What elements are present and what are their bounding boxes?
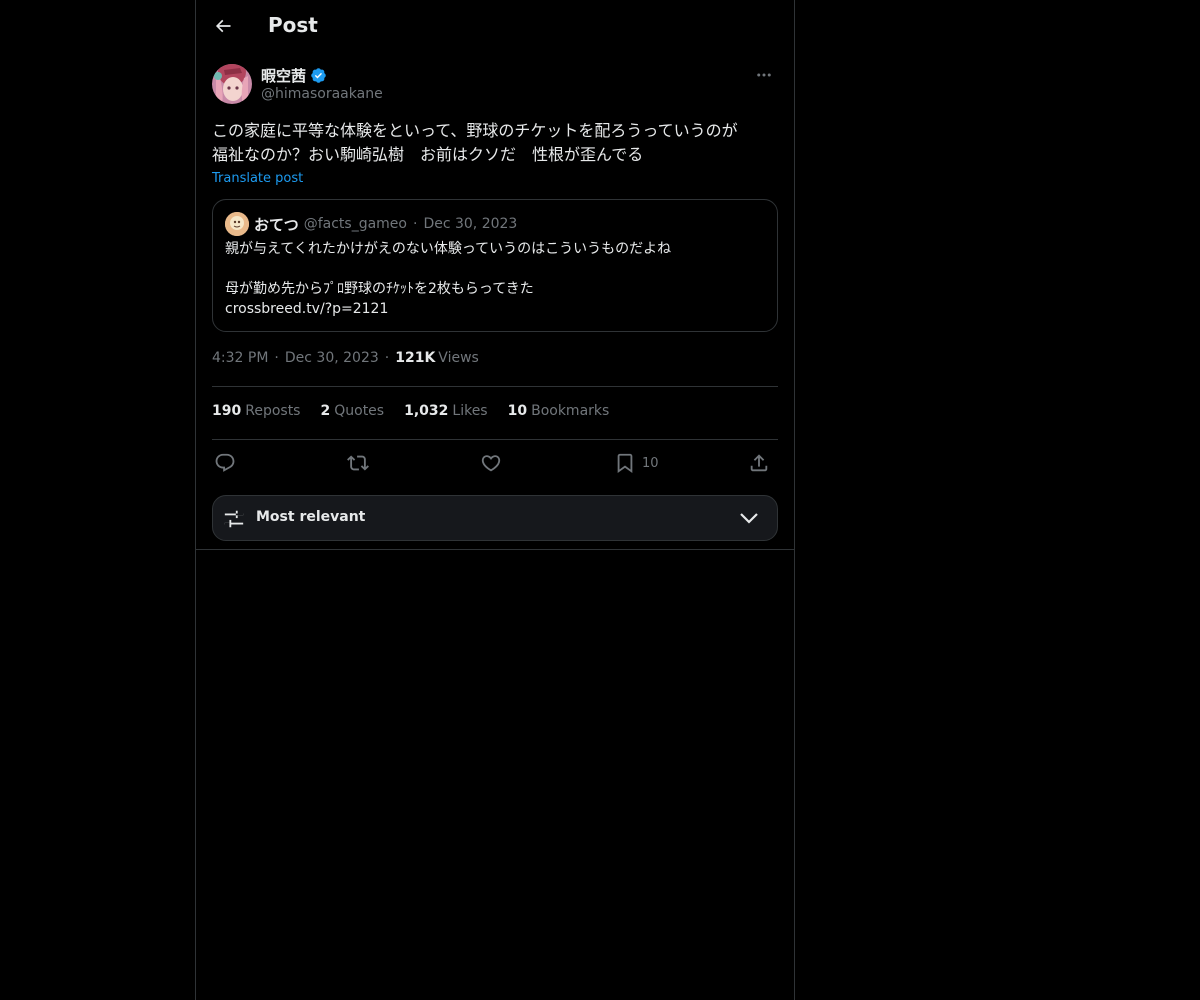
quote-text-line-1: 親が与えてくれたかけがえのない体験っていうのはこういうものだよね (225, 241, 672, 257)
quote-author-name: おてつ (254, 215, 299, 234)
divider (212, 386, 778, 387)
post-text-line-1: この家庭に平等な体験をといって、野球のチケットを配ろうっていうのが (212, 121, 738, 140)
more-options-button[interactable] (750, 64, 778, 86)
sort-label: Most relevant (256, 509, 366, 525)
arrow-left-icon (215, 19, 231, 33)
likes-label: Likes (452, 403, 488, 419)
quotes-label: Quotes (334, 403, 385, 419)
reply-button[interactable] (214, 450, 236, 476)
quote-text-line-2: 母が勤め先からﾌﾟﾛ野球のﾁｹｯﾄを2枚もらってきた (225, 281, 534, 297)
post-text-line-2: 福祉なのか？おい駒崎弘樹 お前はクソだ 性根が歪んでる (212, 145, 644, 164)
post-meta: 4:32 PM · Dec 30, 2023 · 121K Views (212, 350, 479, 366)
bookmark-count: 10 (642, 455, 659, 471)
reply-sort-dropdown[interactable]: Most relevant (212, 495, 778, 541)
bookmarks-label: Bookmarks (531, 403, 610, 419)
bookmarks-stat[interactable]: 10 Bookmarks (508, 403, 610, 419)
bookmarks-count: 10 (507, 403, 528, 419)
post-time[interactable]: 4:32 PM (212, 350, 268, 366)
more-icon (757, 73, 771, 77)
repost-icon (347, 455, 369, 471)
quote-header: おてつ @facts_gameo · Dec 30, 2023 (225, 212, 517, 236)
author-name-text: 暇空茜 (261, 67, 307, 85)
views-count: 121K (395, 350, 436, 366)
page-header: Post (196, 0, 794, 53)
share-icon (750, 454, 768, 472)
quotes-count: 2 (320, 403, 331, 419)
post-column: Post 暇空茜 @himasoraakane この家庭に平等な体験をといって、… (195, 0, 795, 1000)
post-text: この家庭に平等な体験をといって、野球のチケットを配ろうっていうのが 福祉なのか？お… (212, 119, 780, 167)
avatar[interactable] (212, 64, 252, 104)
repost-button[interactable] (347, 450, 369, 476)
quote-avatar (225, 212, 249, 236)
bookmark-button[interactable]: 10 (614, 450, 659, 476)
likes-stat[interactable]: 1,032 Likes (404, 403, 488, 419)
sliders-icon (224, 510, 244, 528)
reposts-count: 190 (212, 403, 242, 419)
quote-text: 親が与えてくれたかけがえのない体験っていうのはこういうものだよね 母が勤め先から… (225, 239, 765, 319)
quoted-post[interactable]: おてつ @facts_gameo · Dec 30, 2023 親が与えてくれた… (212, 199, 778, 332)
post-author: 暇空茜 @himasoraakane (212, 64, 778, 108)
quote-separator: · (412, 216, 418, 232)
verified-badge-icon (311, 68, 326, 83)
bookmark-icon (617, 453, 633, 474)
post-stats: 190 Reposts 2 Quotes 1,032 Likes 10 Bookmark… (212, 403, 629, 419)
author-handle[interactable]: @himasoraakane (261, 86, 383, 102)
divider (212, 439, 778, 440)
author-name[interactable]: 暇空茜 (261, 65, 327, 86)
share-button[interactable] (748, 450, 770, 476)
action-bar: 10 (212, 450, 778, 478)
like-button[interactable] (480, 450, 502, 476)
reposts-stat[interactable]: 190 Reposts (212, 403, 300, 419)
quote-link[interactable]: crossbreed.tv/?p=2121 (225, 299, 765, 319)
divider (196, 549, 794, 550)
reposts-label: Reposts (245, 403, 301, 419)
post-date[interactable]: Dec 30, 2023 (285, 350, 379, 366)
back-button[interactable] (208, 11, 238, 41)
chevron-down-icon (740, 513, 758, 524)
like-icon (481, 455, 501, 472)
quote-author-handle: @facts_gameo (303, 216, 407, 232)
quote-date: Dec 30, 2023 (423, 216, 518, 232)
views-label: Views (438, 350, 479, 366)
quotes-stat[interactable]: 2 Quotes (320, 403, 384, 419)
page-title: Post (268, 13, 318, 37)
reply-icon (215, 453, 235, 472)
translate-post-link[interactable]: Translate post (212, 171, 303, 186)
meta-separator: · (384, 350, 390, 366)
meta-separator: · (274, 350, 279, 366)
likes-count: 1,032 (404, 403, 449, 419)
